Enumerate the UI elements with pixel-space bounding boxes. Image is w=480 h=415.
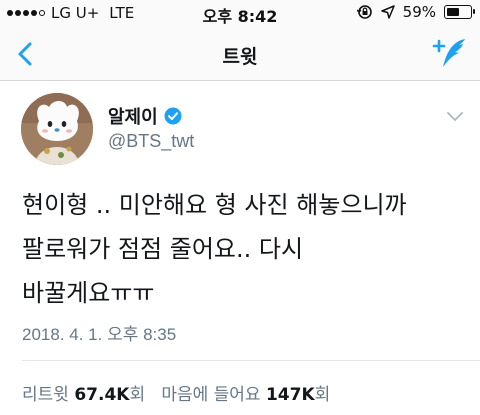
page-title: 트윗 [222, 47, 258, 68]
tweet-text: 현이형 .. 미안해요 형 사진 해놓으니까 팔로워가 점점 줄어요.. 다시 … [22, 183, 462, 315]
user-handle[interactable]: @BTS_twt [108, 131, 194, 152]
battery-level-fill [447, 8, 459, 16]
retweet-label: 리트윗 [22, 385, 69, 405]
lock-rotation-icon [356, 5, 372, 19]
rj-plush-avatar-icon [21, 93, 93, 165]
like-stat[interactable]: 마음에 들어요 147K회 [161, 385, 330, 405]
like-unit: 회 [314, 385, 331, 405]
like-label: 마음에 들어요 [161, 385, 261, 405]
divider [22, 360, 480, 361]
avatar[interactable] [21, 93, 93, 165]
retweet-unit: 회 [129, 385, 146, 405]
retweet-count: 67.4K [74, 385, 130, 405]
display-name-row: 알제이 [108, 103, 182, 129]
compose-tweet-icon[interactable] [432, 37, 468, 71]
display-name[interactable]: 알제이 [108, 103, 158, 129]
tweet-text-line: 현이형 .. 미안해요 형 사진 해놓으니까 [22, 191, 407, 219]
tweet-text-line: 바꿀게요ㅠㅠ [22, 279, 155, 307]
tweet-text-line: 팔로워가 점점 줄어요.. 다시 [22, 235, 304, 263]
status-right: 59% [356, 3, 475, 21]
tweet-timestamp: 2018. 4. 1. 오후 8:35 [22, 325, 177, 344]
verified-badge-icon [164, 107, 182, 125]
chevron-down-icon[interactable] [447, 112, 463, 122]
battery-percentage: 59% [402, 3, 436, 21]
battery-icon [444, 5, 475, 19]
navigation-bar: 트윗 [0, 28, 480, 81]
retweet-stat[interactable]: 리트윗 67.4K회 [22, 385, 151, 405]
location-arrow-icon [380, 5, 395, 19]
status-bar: LG U+ LTE 오후 8:42 59% [0, 0, 480, 28]
tweet-stats: 리트윗 67.4K회 마음에 들어요 147K회 [22, 380, 330, 405]
like-count: 147K [265, 385, 315, 405]
